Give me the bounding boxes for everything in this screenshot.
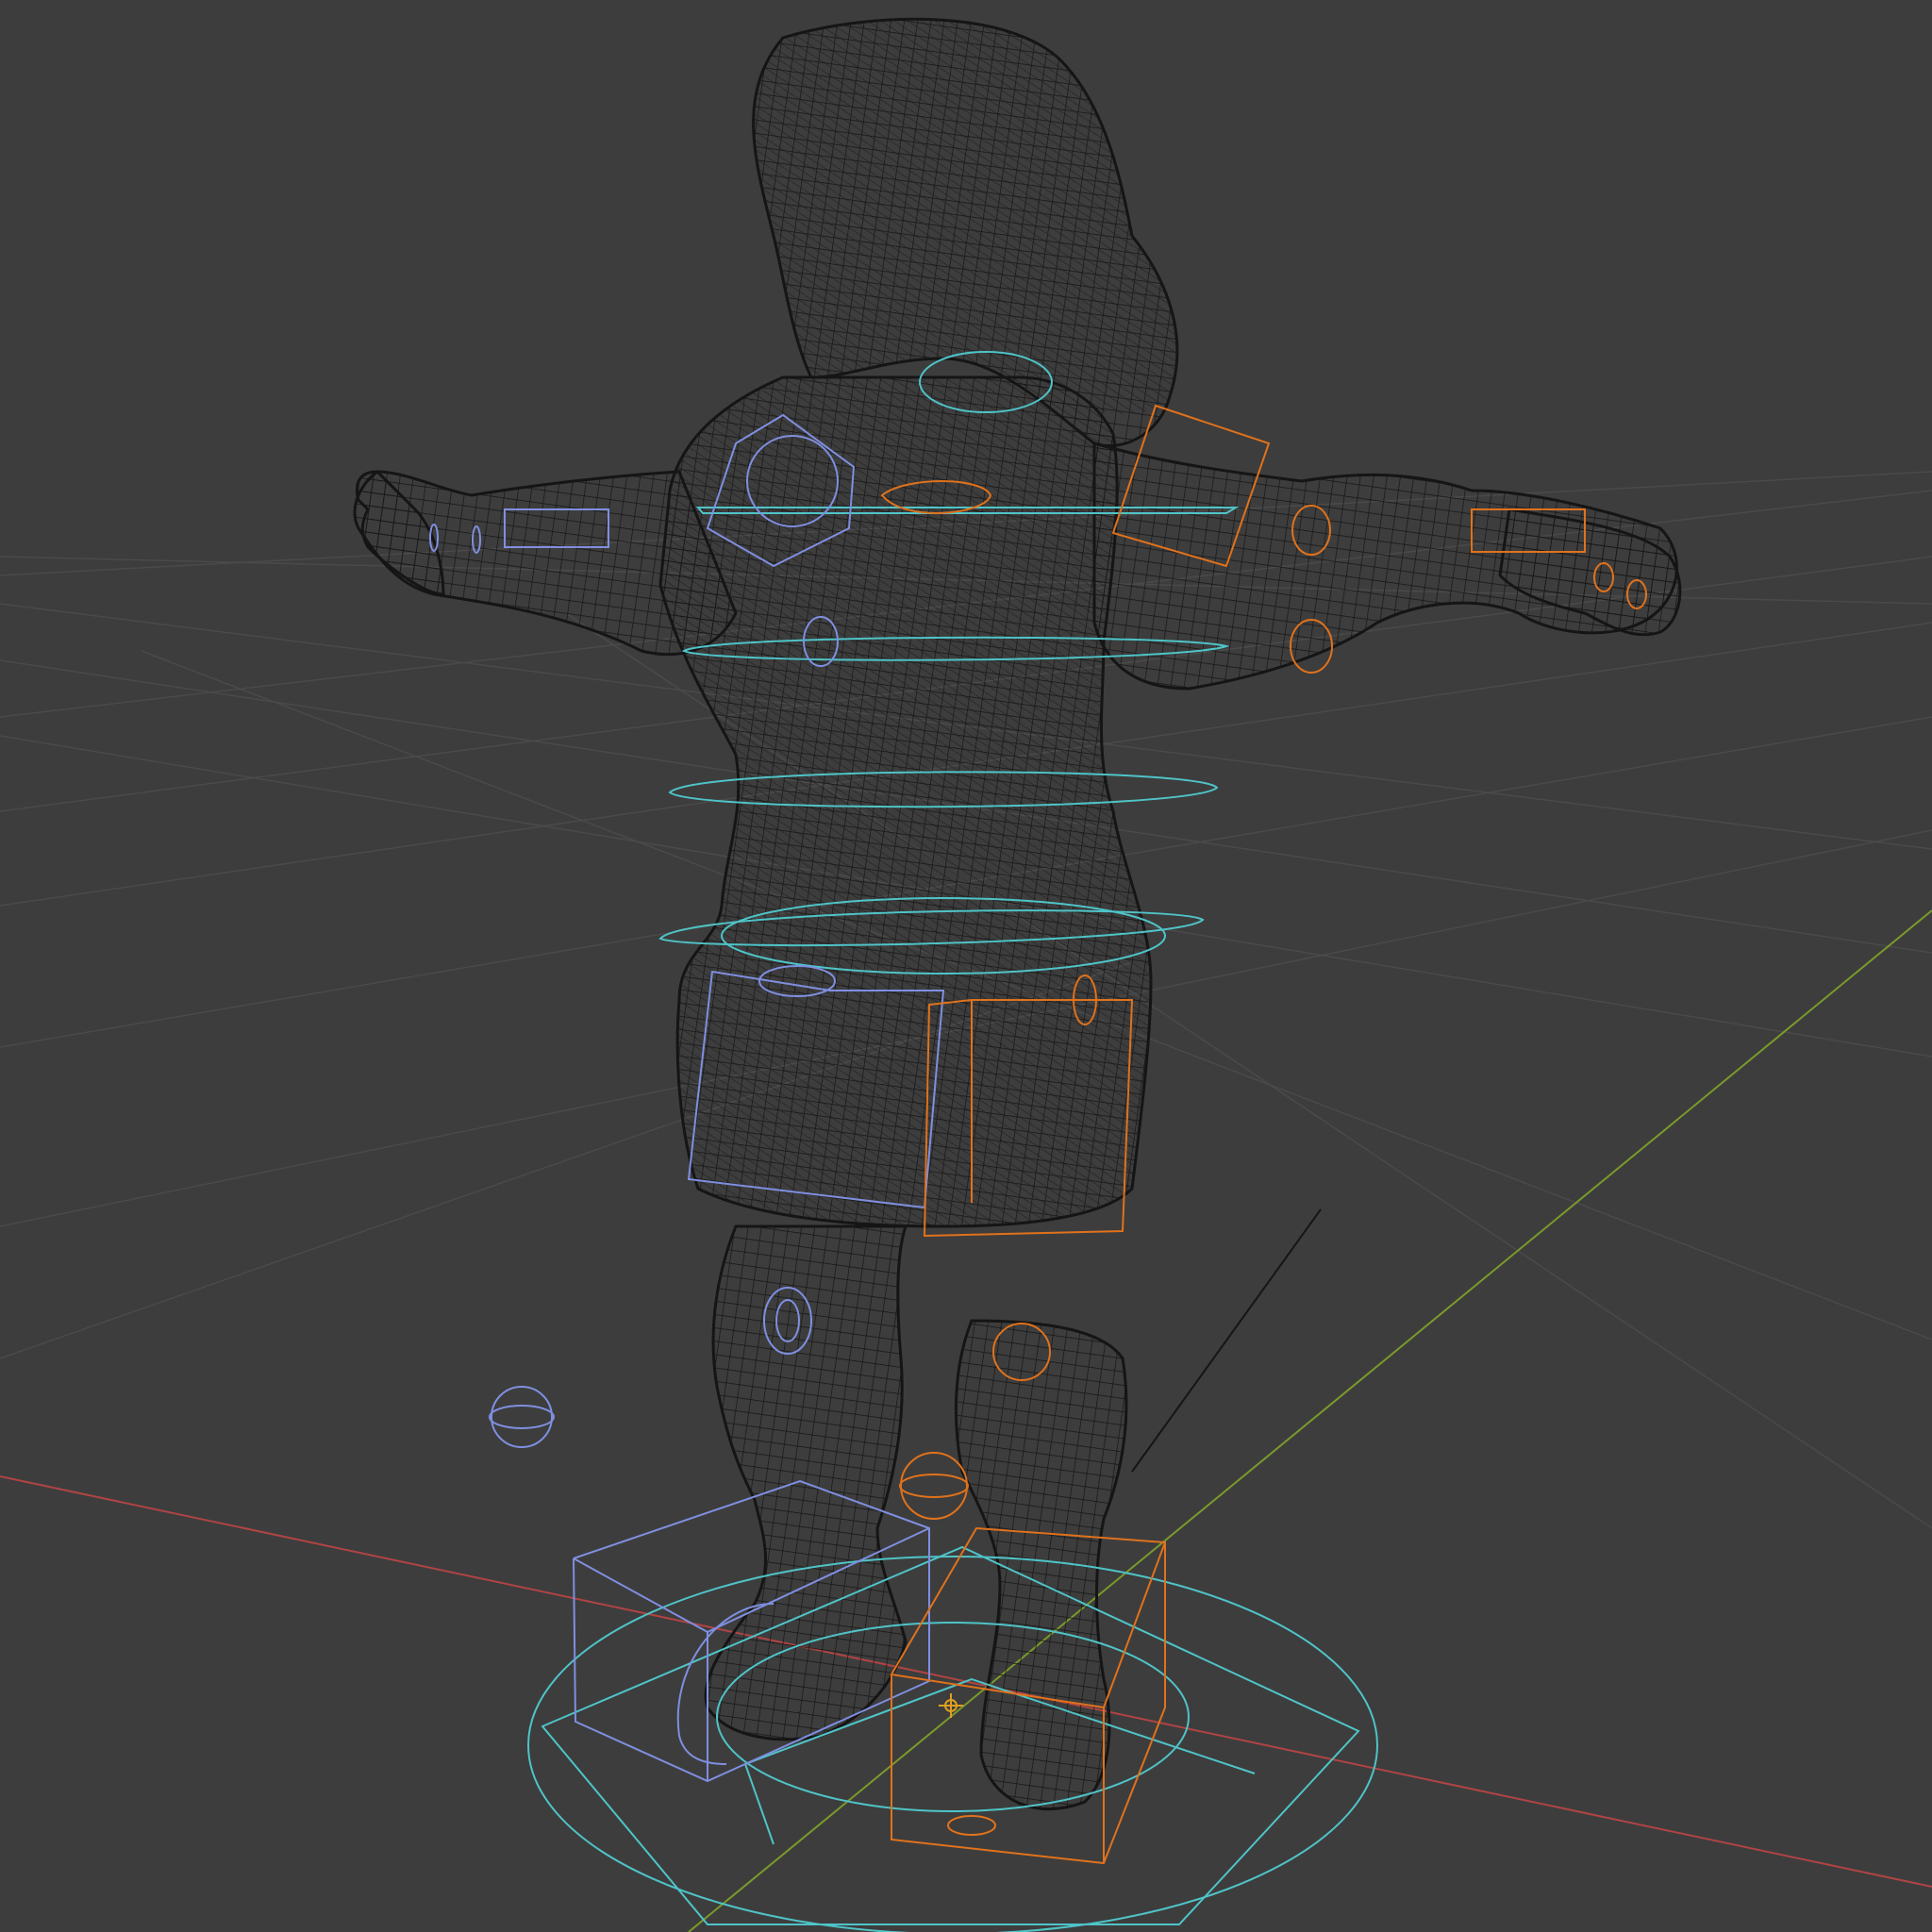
3d-viewport[interactable] bbox=[0, 0, 1932, 1932]
viewport-canvas[interactable] bbox=[0, 0, 1932, 1932]
